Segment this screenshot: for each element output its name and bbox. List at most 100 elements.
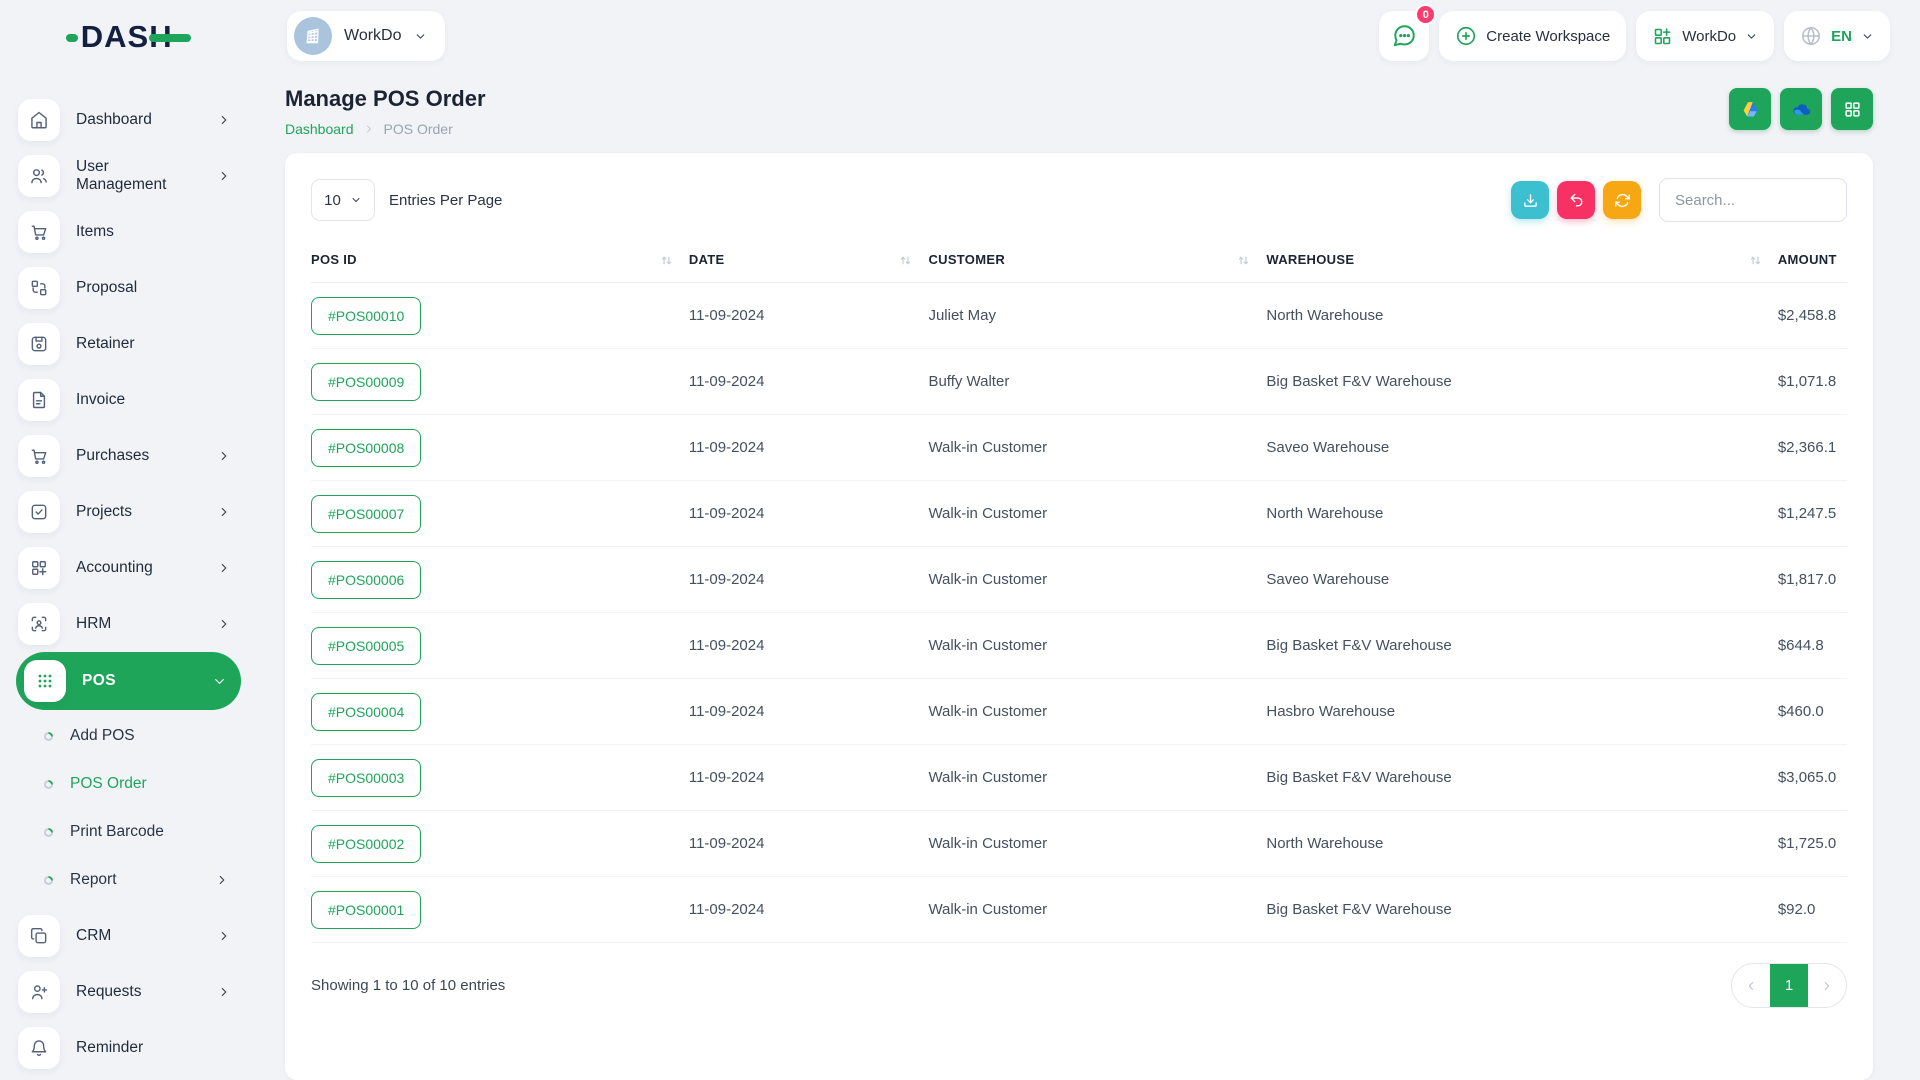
chevron-right-icon [215, 873, 229, 887]
bullet-icon [42, 874, 55, 887]
warehouse-cell: North Warehouse [1266, 283, 1777, 349]
bullet-icon [42, 730, 55, 743]
sidebar-item-requests[interactable]: Requests [0, 964, 257, 1020]
chevron-left-icon [1744, 979, 1758, 993]
pos-id-cell: #POS00006 [311, 547, 689, 613]
pos-id-badge[interactable]: #POS00001 [311, 891, 421, 929]
chevron-right-icon [217, 449, 231, 463]
sidebar-item-user-management[interactable]: User Management [0, 148, 257, 204]
logo-dash-accent [66, 34, 78, 42]
sidebar-item-hrm[interactable]: HRM [0, 596, 257, 652]
amount-cell: $2,366.1 [1778, 415, 1847, 481]
grid-plus-icon [18, 547, 60, 589]
table-row[interactable]: #POS00008 11-09-2024 Walk-in Customer Sa… [311, 415, 1847, 481]
pos-id-cell: #POS00008 [311, 415, 689, 481]
sort-icon[interactable] [1237, 254, 1250, 267]
table-row[interactable]: #POS00001 11-09-2024 Walk-in Customer Bi… [311, 877, 1847, 943]
workspace-switcher[interactable]: WorkDo [287, 11, 445, 61]
search-input[interactable] [1659, 178, 1847, 222]
table-row[interactable]: #POS00002 11-09-2024 Walk-in Customer No… [311, 811, 1847, 877]
shuffle-icon [18, 267, 60, 309]
google-drive-button[interactable] [1729, 88, 1771, 130]
sidebar-item-dashboard[interactable]: Dashboard [0, 92, 257, 148]
pos-id-badge[interactable]: #POS00007 [311, 495, 421, 533]
pos-id-cell: #POS00009 [311, 349, 689, 415]
sidebar-item-invoice[interactable]: Invoice [0, 372, 257, 428]
app-menu-button[interactable]: WorkDo [1636, 11, 1774, 61]
sidebar-subitem-pos-order[interactable]: POS Order [0, 760, 257, 808]
cart-icon [18, 211, 60, 253]
export-button[interactable] [1511, 181, 1549, 219]
refresh-button[interactable] [1603, 181, 1641, 219]
table-row[interactable]: #POS00009 11-09-2024 Buffy Walter Big Ba… [311, 349, 1847, 415]
prev-page-button[interactable] [1732, 964, 1770, 1007]
current-page-button[interactable]: 1 [1770, 964, 1808, 1007]
users-icon [18, 155, 60, 197]
pos-id-badge[interactable]: #POS00004 [311, 693, 421, 731]
sidebar-item-projects[interactable]: Projects [0, 484, 257, 540]
grid-view-button[interactable] [1831, 88, 1873, 130]
table-row[interactable]: #POS00003 11-09-2024 Walk-in Customer Bi… [311, 745, 1847, 811]
pos-id-cell: #POS00004 [311, 679, 689, 745]
column-header-pos-id: POS ID [311, 232, 689, 283]
entries-per-page-select[interactable]: 10 [311, 179, 375, 221]
sidebar-item-accounting[interactable]: Accounting [0, 540, 257, 596]
warehouse-cell: Big Basket F&V Warehouse [1266, 349, 1777, 415]
chevron-down-icon [414, 30, 427, 43]
app-window: DASH WorkDo [0, 0, 1920, 1080]
pos-id-badge[interactable]: #POS00009 [311, 363, 421, 401]
sidebar-item-retainer[interactable]: Retainer [0, 316, 257, 372]
dots-grid-icon [24, 660, 66, 702]
warehouse-cell: North Warehouse [1266, 481, 1777, 547]
chevron-right-icon [217, 617, 231, 631]
next-page-button[interactable] [1808, 964, 1846, 1007]
table-row[interactable]: #POS00007 11-09-2024 Walk-in Customer No… [311, 481, 1847, 547]
sidebar-subitem-print-barcode[interactable]: Print Barcode [0, 808, 257, 856]
sidebar-subitem-add-pos[interactable]: Add POS [0, 712, 257, 760]
table-row[interactable]: #POS00005 11-09-2024 Walk-in Customer Bi… [311, 613, 1847, 679]
messages-button[interactable]: 0 [1379, 11, 1429, 61]
brand-logo[interactable]: DASH [66, 21, 191, 52]
refresh-icon [1614, 192, 1631, 209]
sidebar-item-pos[interactable]: POS [16, 652, 241, 710]
sidebar-subitem-report[interactable]: Report [0, 856, 257, 904]
chevron-right-icon [217, 113, 231, 127]
sidebar-item-proposal[interactable]: Proposal [0, 260, 257, 316]
sort-icon[interactable] [1749, 254, 1762, 267]
date-cell: 11-09-2024 [689, 415, 929, 481]
customer-cell: Buffy Walter [928, 349, 1266, 415]
table-row[interactable]: #POS00004 11-09-2024 Walk-in Customer Ha… [311, 679, 1847, 745]
breadcrumb-dashboard-link[interactable]: Dashboard [285, 121, 354, 137]
date-cell: 11-09-2024 [689, 349, 929, 415]
pos-id-badge[interactable]: #POS00008 [311, 429, 421, 467]
chevron-down-icon [1861, 30, 1874, 43]
customer-cell: Walk-in Customer [928, 811, 1266, 877]
date-cell: 11-09-2024 [689, 877, 929, 943]
sidebar-item-reminder[interactable]: Reminder [0, 1020, 257, 1076]
sort-icon[interactable] [899, 254, 912, 267]
pos-id-badge[interactable]: #POS00006 [311, 561, 421, 599]
pos-id-badge[interactable]: #POS00003 [311, 759, 421, 797]
page-actions [1729, 88, 1873, 130]
table-row[interactable]: #POS00010 11-09-2024 Juliet May North Wa… [311, 283, 1847, 349]
pagination: 1 [1731, 963, 1847, 1008]
onedrive-button[interactable] [1780, 88, 1822, 130]
pos-id-badge[interactable]: #POS00005 [311, 627, 421, 665]
download-icon [1522, 192, 1539, 209]
table-row[interactable]: #POS00006 11-09-2024 Walk-in Customer Sa… [311, 547, 1847, 613]
sidebar-item-crm[interactable]: CRM [0, 908, 257, 964]
customer-cell: Walk-in Customer [928, 547, 1266, 613]
sidebar-item-purchases[interactable]: Purchases [0, 428, 257, 484]
sort-icon[interactable] [660, 254, 673, 267]
entries-per-page-value: 10 [324, 192, 341, 209]
create-workspace-button[interactable]: Create Workspace [1439, 11, 1626, 61]
reset-button[interactable] [1557, 181, 1595, 219]
sidebar-item-items[interactable]: Items [0, 204, 257, 260]
language-selector[interactable]: EN [1784, 11, 1890, 61]
bell-icon [18, 1027, 60, 1069]
pos-id-badge[interactable]: #POS00002 [311, 825, 421, 863]
grid-plus-icon [1652, 26, 1673, 47]
customer-cell: Walk-in Customer [928, 745, 1266, 811]
pos-id-badge[interactable]: #POS00010 [311, 297, 421, 335]
amount-cell: $1,817.0 [1778, 547, 1847, 613]
